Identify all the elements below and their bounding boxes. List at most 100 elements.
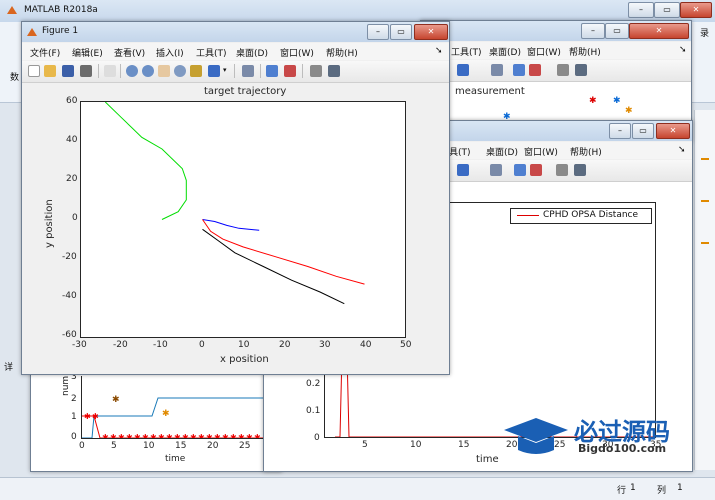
opsa-maximize-button[interactable]: ▭ [632,123,654,139]
number-axes: ✱ ✱ ✱ ✱ ✱ ✱ ✱ ✱ ✱ ✱ ✱ ✱ ✱ ✱ ✱ ✱ ✱ ✱ ✱ ✱ ✱ ✱ ✱ ✱ [81,376,267,439]
svg-text:✱: ✱ [158,433,165,438]
pointer-icon[interactable] [104,65,116,77]
menu-item[interactable]: 帮助(H) [570,145,602,158]
main-close-button[interactable]: ✕ [680,2,712,18]
blue-star-marker: ✱ [613,96,621,106]
toolbar-separator [302,64,303,78]
menu-item[interactable]: 桌面(D) [486,145,518,158]
rotate-3d-icon[interactable] [174,65,186,77]
menu-window[interactable]: 窗口(W) [280,46,314,59]
trajectory-x-tick: -10 [153,340,168,350]
figure1-minimize-button[interactable]: – [367,24,389,40]
trajectory-y-tick: 0 [72,213,78,223]
legend-icon[interactable] [529,64,541,76]
figure1-maximize-button[interactable]: ▭ [390,24,412,40]
trajectory-plot [104,102,365,305]
show-tools-icon[interactable] [575,64,587,76]
figure1-menubar: 文件(F) 编辑(E) 查看(V) 插入(I) 工具(T) 桌面(D) 窗口(W… [22,43,449,60]
colorbar-icon[interactable] [513,64,525,76]
menu-item[interactable]: 桌面(D) [489,45,521,58]
hide-tools-icon[interactable] [557,64,569,76]
print-icon[interactable] [80,65,92,77]
measurement-plot-title: measurement [455,86,525,97]
svg-text:✱: ✱ [112,395,120,405]
main-window-title: MATLAB R2018a [24,5,98,15]
toolbar-separator [98,64,99,78]
brush-dropdown-icon[interactable]: ▾ [223,66,227,74]
figure1-close-button[interactable]: ✕ [414,24,448,40]
number-x-tick: 15 [175,441,187,451]
hide-tools-icon[interactable] [310,65,322,77]
legend-icon[interactable] [530,164,542,176]
data-cursor-icon[interactable] [190,65,202,77]
opsa-y-tick: 0.2 [306,379,321,389]
menu-item[interactable]: 工具(T) [451,45,482,58]
menu-collapse-arrow[interactable]: ➘ [679,45,687,55]
trajectory-x-tick: 10 [238,340,250,350]
menu-collapse-arrow[interactable]: ➘ [435,46,443,56]
menu-edit[interactable]: 编辑(E) [72,46,103,59]
print-preview-icon[interactable] [490,164,502,176]
menu-item[interactable]: 帮助(H) [569,45,601,58]
opsa-legend: CPHD OPSA Distance [510,208,652,224]
trajectory-x-tick: 0 [199,340,205,350]
zoom-in-icon[interactable] [126,65,138,77]
orange-marker [701,200,709,202]
menu-collapse-arrow[interactable]: ➘ [678,145,686,155]
menu-item[interactable]: 具(T) [449,145,471,158]
measurement-close-button[interactable]: ✕ [629,23,689,39]
svg-text:✱: ✱ [118,433,125,438]
zoom-out-icon[interactable] [142,65,154,77]
show-tools-icon[interactable] [328,65,340,77]
watermark-subtext: Bigdo100.com [578,442,667,455]
trajectory-series-3 [202,228,345,305]
measurement-toolbar [421,60,691,82]
link-plot-icon[interactable] [242,65,254,77]
brush-icon[interactable] [457,164,469,176]
svg-text:✱: ✱ [182,433,189,438]
trajectory-x-tick: 40 [360,340,372,350]
menu-help[interactable]: 帮助(H) [326,46,358,59]
opsa-minimize-button[interactable]: – [609,123,631,139]
svg-text:✱: ✱ [142,433,149,438]
red-star-marker: ✱ [589,96,597,106]
trajectory-y-tick: -40 [62,291,77,301]
pan-icon[interactable] [158,65,170,77]
measurement-minimize-button[interactable]: – [581,23,605,39]
legend-entry: CPHD OPSA Distance [543,210,639,220]
colorbar-icon[interactable] [266,65,278,77]
trajectory-y-tick: -60 [62,330,77,340]
measurement-maximize-button[interactable]: ▭ [605,23,629,39]
number-y-tick: 1 [71,412,77,422]
brush-icon[interactable] [208,65,220,77]
show-tools-icon[interactable] [574,164,586,176]
menu-view[interactable]: 查看(V) [114,46,145,59]
menu-tools[interactable]: 工具(T) [196,46,227,59]
brush-icon[interactable] [457,64,469,76]
opsa-close-button[interactable]: ✕ [656,123,690,139]
number-x-label: time [165,454,186,464]
trajectory-y-tick: -20 [62,252,77,262]
svg-text:✱: ✱ [222,433,229,438]
svg-text:✱: ✱ [134,433,141,438]
menu-desktop[interactable]: 桌面(D) [236,46,268,59]
menu-file[interactable]: 文件(F) [30,46,60,59]
hide-tools-icon[interactable] [556,164,568,176]
print-preview-icon[interactable] [491,64,503,76]
legend-icon[interactable] [284,65,296,77]
trajectory-series-1 [202,219,260,231]
menu-item[interactable]: 窗口(W) [524,145,558,158]
main-right-label: 录 [700,29,710,39]
menu-insert[interactable]: 插入(I) [156,46,184,59]
orange-marker [701,242,709,244]
main-minimize-button[interactable]: – [628,2,654,18]
main-maximize-button[interactable]: ▭ [654,2,680,18]
open-file-icon[interactable] [44,65,56,77]
trajectory-x-tick: -30 [72,340,87,350]
colorbar-icon[interactable] [514,164,526,176]
save-icon[interactable] [62,65,74,77]
trajectory-y-tick: 40 [66,135,78,145]
new-figure-icon[interactable] [28,65,40,77]
svg-text:✱: ✱ [162,409,170,419]
menu-item[interactable]: 窗口(W) [527,45,561,58]
